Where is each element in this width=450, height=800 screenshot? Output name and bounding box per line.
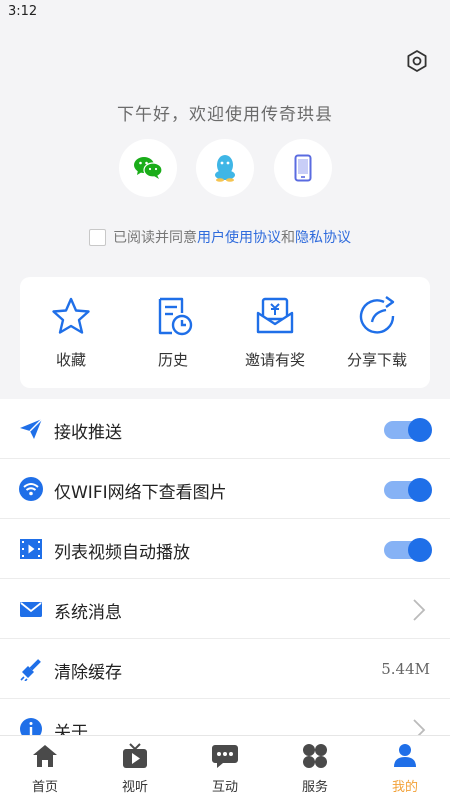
video-icon [20, 539, 42, 559]
setting-label: 接收推送 [54, 423, 122, 443]
info-icon [20, 718, 42, 735]
quick-action-share[interactable]: 分享下载 [326, 277, 428, 388]
user-agreement-link[interactable]: 用户使用协议 [197, 227, 281, 247]
share-icon [359, 296, 395, 334]
setting-clear-cache[interactable]: 清除缓存 5.44M [0, 639, 450, 699]
chevron-right-icon [413, 599, 426, 621]
phone-icon [294, 154, 312, 182]
agreement-row: 已阅读并同意 用户使用协议 和 隐私协议 [89, 227, 351, 247]
greeting-text: 下午好，欢迎使用传奇珙县 [117, 105, 333, 125]
wifi-icon [19, 477, 43, 501]
settings-icon [407, 50, 427, 72]
home-icon [33, 745, 57, 767]
agreement-prefix: 已阅读并同意 [113, 230, 197, 246]
user-icon [394, 744, 416, 767]
wechat-icon [134, 157, 163, 179]
quick-action-label: 邀请有奖 [244, 351, 305, 369]
quick-action-label: 分享下载 [346, 351, 407, 369]
bottom-tab-bar: 首页 视听 互动 服务 我的 [0, 735, 450, 800]
setting-system-messages[interactable]: 系统消息 [0, 579, 450, 639]
setting-label: 系统消息 [54, 603, 122, 623]
cache-size-value: 5.44M [381, 660, 430, 678]
tv-icon [123, 743, 147, 768]
send-icon [20, 418, 43, 439]
setting-autoplay-video: 列表视频自动播放 [0, 519, 450, 579]
settings-list: 接收推送 仅WIFI网络下查看图片 列表视频自动播放 系统消息 清除缓存 5.4… [0, 399, 450, 735]
tab-label: 我的 [391, 780, 418, 795]
quick-action-history[interactable]: 历史 [122, 277, 224, 388]
history-icon [158, 297, 193, 336]
tab-media[interactable]: 视听 [90, 736, 180, 800]
toggle-knob [408, 478, 432, 502]
quick-action-favorites[interactable]: 收藏 [20, 277, 122, 388]
invite-reward-icon [256, 297, 294, 334]
tab-me[interactable]: 我的 [360, 736, 450, 800]
setting-label: 关于 [54, 723, 88, 735]
star-icon [52, 297, 90, 334]
qq-icon [215, 155, 235, 182]
status-bar: 3:12 [0, 0, 450, 24]
tab-label: 首页 [31, 780, 58, 795]
setting-wifi-images: 仅WIFI网络下查看图片 [0, 459, 450, 519]
tab-services[interactable]: 服务 [270, 736, 360, 800]
login-options [0, 139, 450, 197]
setting-push-notifications: 接收推送 [0, 399, 450, 459]
toggle-knob [408, 418, 432, 442]
grid-icon [303, 744, 327, 768]
agreement-checkbox[interactable] [89, 228, 106, 246]
push-toggle[interactable] [384, 418, 432, 442]
tab-label: 视听 [121, 780, 148, 795]
setting-label: 仅WIFI网络下查看图片 [54, 483, 227, 503]
toggle-knob [408, 538, 432, 562]
phone-login-button[interactable] [274, 139, 332, 197]
qq-login-button[interactable] [196, 139, 254, 197]
wechat-login-button[interactable] [119, 139, 177, 197]
status-time: 3:12 [8, 4, 38, 19]
broom-icon [20, 659, 41, 681]
tab-home[interactable]: 首页 [0, 736, 90, 800]
setting-label: 列表视频自动播放 [54, 543, 190, 563]
agreement-and: 和 [281, 230, 295, 246]
quick-actions-card: 收藏 历史 邀请有奖 分享下载 [20, 277, 430, 388]
autoplay-toggle[interactable] [384, 538, 432, 562]
quick-action-label: 收藏 [55, 351, 86, 369]
mail-icon [20, 602, 42, 617]
chevron-right-icon [413, 719, 426, 735]
privacy-policy-link[interactable]: 隐私协议 [295, 227, 351, 247]
tab-label: 服务 [301, 780, 328, 795]
tab-label: 互动 [211, 780, 238, 795]
setting-about[interactable]: 关于 [0, 699, 450, 735]
chat-icon [212, 745, 238, 768]
quick-action-label: 历史 [157, 351, 188, 369]
quick-action-invite[interactable]: 邀请有奖 [224, 277, 326, 388]
tab-interaction[interactable]: 互动 [180, 736, 270, 800]
wifi-images-toggle[interactable] [384, 478, 432, 502]
setting-label: 清除缓存 [54, 663, 122, 683]
settings-button[interactable] [403, 47, 431, 75]
